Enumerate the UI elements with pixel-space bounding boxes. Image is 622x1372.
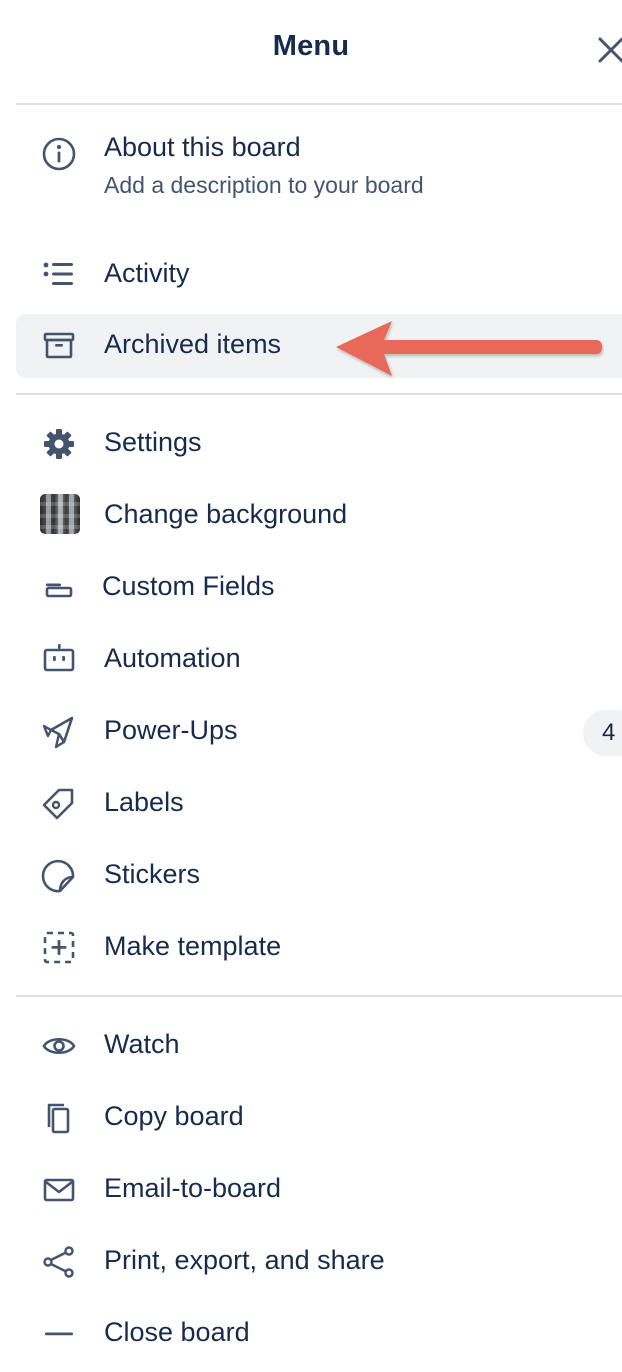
eye-icon	[40, 1028, 78, 1064]
copy-board-label: Copy board	[104, 1101, 244, 1131]
gear-icon	[40, 426, 78, 462]
robot-icon	[40, 642, 78, 678]
change-background-item[interactable]: Change background	[16, 484, 622, 548]
change-background-label: Change background	[104, 499, 348, 529]
envelope-icon	[40, 1172, 78, 1208]
about-board-label: About this board	[104, 132, 301, 162]
menu-header: Menu	[0, 0, 622, 104]
about-board-item[interactable]: About this board Add a description to yo…	[16, 124, 622, 204]
custom-fields-item[interactable]: Custom Fields	[16, 556, 622, 620]
divider	[16, 103, 622, 105]
stickers-item[interactable]: Stickers	[16, 844, 622, 908]
labels-label: Labels	[104, 787, 184, 817]
about-board-description[interactable]: Add a description to your board	[104, 172, 424, 199]
watch-item[interactable]: Watch	[16, 1014, 622, 1078]
power-ups-item[interactable]: Power-Ups 4	[16, 700, 622, 764]
copy-board-item[interactable]: Copy board	[16, 1086, 622, 1150]
print-export-share-item[interactable]: Print, export, and share	[16, 1230, 622, 1294]
settings-item[interactable]: Settings	[16, 412, 622, 476]
copy-icon	[40, 1100, 78, 1136]
background-thumbnail	[40, 494, 80, 534]
make-template-item[interactable]: Make template	[16, 916, 622, 980]
activity-item[interactable]: Activity	[16, 243, 622, 307]
power-ups-count-badge: 4	[583, 710, 622, 756]
share-icon	[40, 1244, 78, 1280]
template-add-icon	[40, 930, 78, 966]
custom-fields-icon	[40, 570, 78, 606]
minus-icon	[40, 1316, 78, 1352]
make-template-label: Make template	[104, 931, 282, 961]
divider	[16, 995, 622, 997]
sticker-icon	[40, 858, 78, 894]
settings-label: Settings	[104, 427, 202, 457]
tag-icon	[40, 786, 78, 822]
print-export-share-label: Print, export, and share	[104, 1245, 385, 1275]
custom-fields-label: Custom Fields	[102, 571, 275, 601]
close-button[interactable]	[595, 33, 622, 67]
activity-list-icon	[40, 257, 78, 293]
labels-item[interactable]: Labels	[16, 772, 622, 836]
activity-label: Activity	[104, 258, 190, 288]
divider	[16, 393, 622, 395]
email-to-board-item[interactable]: Email-to-board	[16, 1158, 622, 1222]
close-icon[interactable]	[595, 33, 622, 67]
archived-items-item[interactable]: Archived items	[16, 314, 622, 378]
automation-item[interactable]: Automation	[16, 628, 622, 692]
close-board-label: Close board	[104, 1317, 250, 1347]
watch-label: Watch	[104, 1029, 180, 1059]
close-board-item[interactable]: Close board	[16, 1302, 622, 1366]
power-ups-label: Power-Ups	[104, 715, 238, 745]
automation-label: Automation	[104, 643, 241, 673]
stickers-label: Stickers	[104, 859, 201, 889]
rocket-icon	[40, 714, 78, 750]
archived-items-label: Archived items	[104, 329, 282, 359]
email-to-board-label: Email-to-board	[104, 1173, 282, 1203]
menu-title: Menu	[272, 30, 350, 62]
archive-icon	[40, 328, 78, 364]
info-icon	[40, 136, 78, 172]
